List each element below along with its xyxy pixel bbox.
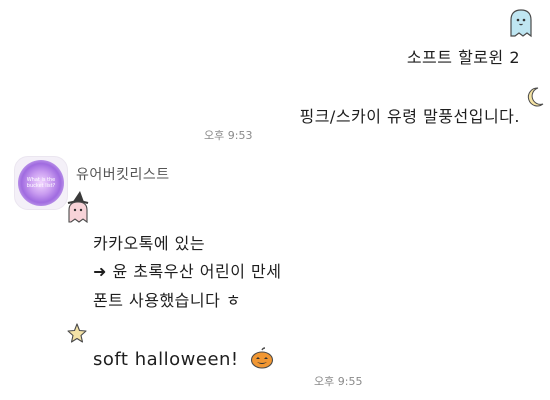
english-line-row: soft halloween! — [93, 347, 274, 373]
outgoing-line-1: 소프트 할로윈 2 — [406, 48, 520, 67]
outgoing-line-2: 핑크/스카이 유령 말풍선입니다. — [299, 107, 520, 126]
incoming-line-3: 폰트 사용했습니다 ㅎ — [93, 291, 242, 310]
ghost-pink-witch-icon — [64, 190, 94, 228]
moon-icon — [525, 86, 545, 112]
avatar[interactable]: What is the bucket list? — [14, 156, 68, 210]
outgoing-message: 소프트 할로윈 2 핑크/스카이 유령 말풍선입니다. 오후 9:53 — [0, 0, 550, 142]
ghost-sky-icon — [508, 8, 534, 42]
star-icon — [66, 322, 88, 348]
sender-name[interactable]: 유어버킷리스트 — [76, 164, 170, 184]
incoming-english-line: soft halloween! — [93, 349, 239, 370]
message-time: 오후 9:55 — [314, 375, 363, 388]
pumpkin-icon — [250, 347, 274, 373]
message-time: 오후 9:53 — [204, 129, 253, 142]
incoming-line-2: ➜ 윤 초록우산 어린이 만세 — [93, 262, 282, 281]
incoming-message: What is the bucket list? 유어버킷리스트 카카오톡에 있… — [0, 150, 550, 400]
avatar-image: What is the bucket list? — [18, 160, 64, 206]
incoming-line-1: 카카오톡에 있는 — [93, 234, 206, 253]
